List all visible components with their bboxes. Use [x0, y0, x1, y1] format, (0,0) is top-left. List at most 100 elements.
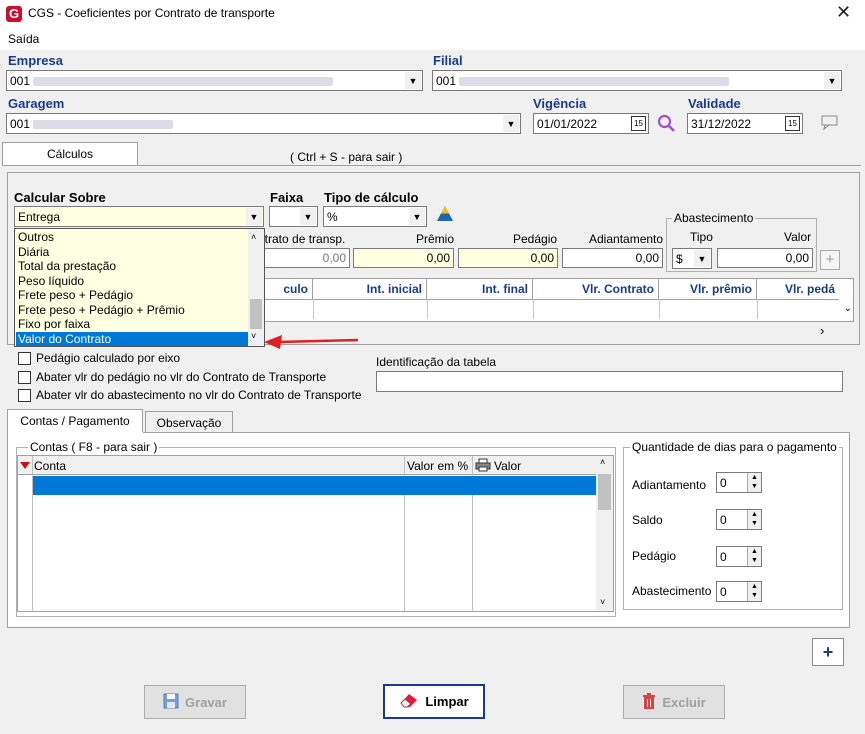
- tipo-calculo-select[interactable]: % ▼: [323, 206, 427, 227]
- menu-exit[interactable]: Saída: [8, 32, 39, 46]
- empresa-select[interactable]: 001 ▼: [6, 70, 423, 91]
- add-abastecimento-button[interactable]: +: [820, 250, 840, 270]
- limpar-button[interactable]: Limpar: [383, 684, 485, 719]
- vigencia-label: Vigência: [533, 96, 587, 111]
- excluir-label: Excluir: [662, 694, 706, 710]
- option-fixo-por-faixa[interactable]: Fixo por faixa: [16, 317, 248, 332]
- spinner-arrows-icon[interactable]: ▲ ▼: [747, 473, 761, 492]
- redacted-text: [33, 120, 173, 129]
- search-icon[interactable]: [656, 113, 678, 135]
- tab-contas-pagamento[interactable]: Contas / Pagamento: [7, 409, 143, 432]
- gravar-button[interactable]: Gravar: [144, 685, 246, 719]
- scroll-thumb[interactable]: [598, 474, 611, 510]
- dias-adiantamento-spinner[interactable]: 0 ▲ ▼: [716, 472, 762, 493]
- option-frete-peso-pedagio-premio[interactable]: Frete peso + Pedágio + Prêmio: [16, 303, 248, 318]
- triangle-icon[interactable]: [436, 205, 454, 223]
- chevron-down-icon[interactable]: ▼: [503, 115, 519, 132]
- dias-saldo-value: 0: [720, 513, 727, 527]
- contrato-label: ntrato de transp.: [258, 232, 346, 246]
- identificacao-input[interactable]: [376, 371, 843, 392]
- redacted-text: [459, 77, 729, 86]
- dias-abastecimento-spinner[interactable]: 0 ▲ ▼: [716, 581, 762, 602]
- filial-value: 001: [436, 74, 457, 88]
- spinner-arrows-icon[interactable]: ▲ ▼: [747, 547, 761, 566]
- adiantamento-input[interactable]: 0,00: [562, 248, 663, 268]
- table-row-selected[interactable]: [33, 476, 597, 495]
- dropdown-scrollbar[interactable]: ˄ ˅: [248, 229, 264, 346]
- filial-label: Filial: [433, 53, 463, 68]
- chevron-down-icon[interactable]: ˅: [600, 597, 605, 607]
- calendar-icon[interactable]: 15: [785, 116, 800, 131]
- calcular-sobre-dropdown-list[interactable]: Outros Diária Total da prestação Peso lí…: [14, 228, 265, 347]
- garagem-select[interactable]: 001 ▼: [6, 113, 521, 134]
- premio-label: Prêmio: [416, 232, 455, 246]
- abastecimento-valor-input[interactable]: 0,00: [717, 248, 813, 268]
- tab-observacao[interactable]: Observação: [145, 411, 233, 432]
- grid-header-vlr-contrato: Vlr. Contrato: [533, 279, 659, 299]
- filial-select[interactable]: 001 ▼: [432, 70, 842, 91]
- faixa-select[interactable]: ▼: [269, 206, 318, 227]
- chevron-up-icon[interactable]: ˄: [600, 457, 605, 467]
- dias-pedagio-spinner[interactable]: 0 ▲ ▼: [716, 546, 762, 567]
- chevron-down-icon[interactable]: ▼: [824, 72, 840, 89]
- option-peso-liquido[interactable]: Peso líquido: [16, 274, 248, 289]
- calcular-sobre-label: Calcular Sobre: [14, 190, 106, 205]
- pedagio-eixo-checkbox[interactable]: [18, 352, 31, 365]
- abastecimento-valor-label: Valor: [784, 230, 812, 244]
- dias-saldo-spinner[interactable]: 0 ▲ ▼: [716, 509, 762, 530]
- validade-date-field[interactable]: 31/12/2022 15: [687, 113, 803, 134]
- excluir-button[interactable]: Excluir: [623, 685, 725, 719]
- calendar-icon[interactable]: 15: [631, 116, 646, 131]
- chevron-down-icon[interactable]: ▼: [246, 208, 262, 225]
- option-valor-do-contrato[interactable]: Valor do Contrato: [16, 331, 248, 346]
- divider: [2, 165, 861, 166]
- identificacao-label: Identificação da tabela: [376, 355, 497, 369]
- option-total-prestacao[interactable]: Total da prestação: [16, 259, 248, 274]
- abastecimento-group-label: Abastecimento: [672, 211, 756, 225]
- abater-abastecimento-label: Abater vlr do abastecimento no vlr do Co…: [36, 388, 362, 402]
- col-valor-pct[interactable]: Valor em %: [407, 459, 468, 473]
- floppy-disk-icon: [163, 693, 179, 712]
- spinner-arrows-icon[interactable]: ▲ ▼: [747, 510, 761, 529]
- comment-icon[interactable]: [820, 114, 840, 132]
- premio-input[interactable]: 0,00: [353, 248, 454, 268]
- chevron-down-icon[interactable]: ⌄: [844, 303, 852, 314]
- chevron-down-icon[interactable]: ▼: [300, 208, 316, 225]
- vigencia-date-field[interactable]: 01/01/2022 15: [533, 113, 649, 134]
- contrato-input[interactable]: 0,00: [264, 248, 350, 268]
- option-outros[interactable]: Outros: [16, 230, 248, 245]
- tab-calculos[interactable]: Cálculos: [2, 142, 138, 166]
- pedagio-label: Pedágio: [513, 232, 558, 246]
- pedagio-input[interactable]: 0,00: [458, 248, 558, 268]
- grid-header-int-inicial: Int. inicial: [313, 279, 427, 299]
- col-valor[interactable]: Valor: [494, 459, 521, 473]
- abater-pedagio-checkbox[interactable]: [18, 371, 31, 384]
- spinner-arrows-icon[interactable]: ▲ ▼: [747, 582, 761, 601]
- chevron-up-icon[interactable]: ˄: [251, 232, 256, 242]
- scroll-thumb[interactable]: [250, 299, 262, 329]
- window-title: CGS - Coeficientes por Contrato de trans…: [28, 6, 275, 20]
- dias-pedagio-label: Pedágio: [632, 549, 677, 563]
- chevron-down-icon[interactable]: ▼: [405, 72, 421, 89]
- option-diaria[interactable]: Diária: [16, 245, 248, 260]
- chevron-down-icon[interactable]: ˅: [251, 331, 256, 341]
- dias-saldo-label: Saldo: [632, 513, 663, 527]
- abater-pedagio-label: Abater vlr do pedágio no vlr do Contrato…: [36, 370, 327, 384]
- contas-grid[interactable]: Conta Valor em % Valor ˄ ˅: [17, 455, 614, 612]
- eraser-icon: [399, 692, 419, 711]
- close-icon[interactable]: ✕: [836, 2, 851, 23]
- sort-desc-icon: [20, 462, 30, 469]
- contas-scrollbar[interactable]: ˄ ˅: [596, 456, 613, 611]
- abater-abastecimento-checkbox[interactable]: [18, 389, 31, 402]
- abastecimento-tipo-select[interactable]: $ ▼: [672, 248, 712, 269]
- option-frete-peso-pedagio[interactable]: Frete peso + Pedágio: [16, 288, 248, 303]
- col-conta[interactable]: Conta: [34, 459, 66, 473]
- dias-adiantamento-value: 0: [720, 476, 727, 490]
- calcular-sobre-select[interactable]: Entrega ▼: [14, 206, 264, 227]
- vigencia-value: 01/01/2022: [537, 117, 598, 131]
- printer-icon[interactable]: [475, 458, 491, 472]
- chevron-down-icon[interactable]: ▼: [694, 250, 710, 267]
- chevron-down-icon[interactable]: ▼: [409, 208, 425, 225]
- chevron-right-icon[interactable]: ›: [820, 323, 824, 338]
- add-conta-button[interactable]: +: [812, 638, 844, 666]
